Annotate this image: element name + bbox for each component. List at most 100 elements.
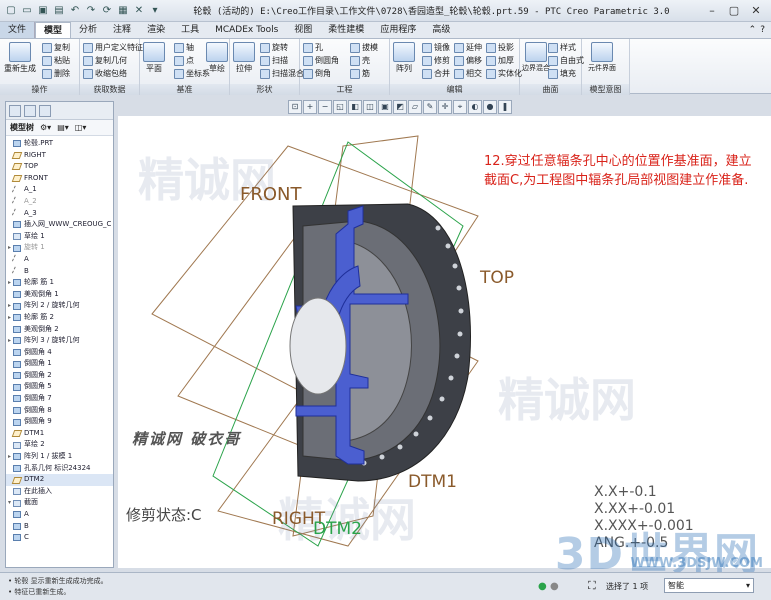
tree-item[interactable]: 倒圆角 8 bbox=[6, 405, 113, 417]
component-interface-button[interactable]: 元件界面 bbox=[588, 42, 616, 73]
annotation-display-icon[interactable]: ✎ bbox=[423, 100, 437, 114]
tree-settings-icon[interactable]: ⚙▾ bbox=[40, 123, 51, 132]
thicken-button[interactable]: 加厚 bbox=[486, 55, 514, 66]
tree-item[interactable]: 美观倒角 1 bbox=[6, 289, 113, 301]
draft-button[interactable]: 拔模 bbox=[350, 42, 378, 53]
paste-button[interactable]: 粘贴 bbox=[42, 55, 70, 66]
section-display-icon[interactable]: ◐ bbox=[468, 100, 482, 114]
udf-button[interactable]: 用户定义特征 bbox=[83, 42, 143, 53]
datum-display-icon[interactable]: ▱ bbox=[408, 100, 422, 114]
tree-item[interactable]: 倒圆角 2 bbox=[6, 370, 113, 382]
appearance-icon[interactable]: ● bbox=[483, 100, 497, 114]
help-icon[interactable]: ? bbox=[760, 25, 765, 35]
tree-expand-icon[interactable]: ▸ bbox=[6, 451, 13, 463]
tree-item[interactable]: ▸ 轮廓 筋 1 bbox=[6, 277, 113, 289]
extend-button[interactable]: 延伸 bbox=[454, 42, 482, 53]
tab-model[interactable]: 模型 bbox=[35, 22, 72, 38]
perspective-icon[interactable]: ◩ bbox=[393, 100, 407, 114]
sketch-button[interactable]: 草绘 bbox=[206, 42, 228, 74]
tree-item[interactable]: FRONT bbox=[6, 173, 113, 185]
tree-item[interactable]: TOP bbox=[6, 161, 113, 173]
tree-expand-icon[interactable]: ▾ bbox=[6, 497, 13, 509]
redo-icon[interactable]: ↷ bbox=[84, 4, 98, 18]
window-icon[interactable]: ▦ bbox=[116, 4, 130, 18]
round-button[interactable]: 倒圆角 bbox=[303, 55, 339, 66]
tree-expand-icon[interactable]: ▸ bbox=[6, 335, 13, 347]
tree-item[interactable]: 在此插入 bbox=[6, 486, 113, 498]
tab-render[interactable]: 渲染 bbox=[139, 22, 173, 38]
plane-button[interactable]: 平面 bbox=[143, 42, 165, 74]
saved-orientations-icon[interactable]: ◫ bbox=[363, 100, 377, 114]
model-tree-tab-icon[interactable] bbox=[9, 104, 21, 117]
project-button[interactable]: 投影 bbox=[486, 42, 514, 53]
undo-icon[interactable]: ↶ bbox=[68, 4, 82, 18]
selection-filter[interactable]: 智能 bbox=[664, 578, 754, 593]
shrinkwrap-button[interactable]: 收缩包络 bbox=[83, 68, 127, 79]
tab-mcadex[interactable]: MCADEx Tools bbox=[207, 22, 286, 38]
print-icon[interactable]: ▤ bbox=[52, 4, 66, 18]
tree-expand-icon[interactable]: ▸ bbox=[6, 277, 13, 289]
copy-button[interactable]: 复制 bbox=[42, 42, 70, 53]
collapse-ribbon-icon[interactable]: ⌃ bbox=[749, 25, 757, 35]
selection-icon[interactable]: ⛶ bbox=[588, 579, 596, 593]
tab-annotate[interactable]: 注释 bbox=[105, 22, 139, 38]
solidify-button[interactable]: 实体化 bbox=[486, 68, 522, 79]
tree-show-icon[interactable]: ◫▾ bbox=[75, 123, 87, 132]
pause-icon[interactable]: ❚ bbox=[498, 100, 512, 114]
tree-item[interactable]: ▸ 轮廓 筋 2 bbox=[6, 312, 113, 324]
graphics-area[interactable]: 精诚网 精诚网 精诚网 12.穿过任意辐条孔中心的位置作基准面，建立截面C,为工… bbox=[118, 116, 771, 568]
spoke-bore[interactable] bbox=[289, 297, 347, 395]
regen-status-icon[interactable]: ● bbox=[538, 581, 547, 592]
model-tree-title[interactable]: 模型树 bbox=[10, 122, 34, 133]
tree-item[interactable]: ▸ 旋转 1 bbox=[6, 242, 113, 254]
freestyle-button[interactable]: 自由式 bbox=[548, 55, 584, 66]
save-icon[interactable]: ▣ bbox=[36, 4, 50, 18]
tree-item[interactable]: 倒圆角 5 bbox=[6, 381, 113, 393]
tree-expand-icon[interactable]: ▸ bbox=[6, 300, 13, 312]
tree-item[interactable]: 美观倒角 2 bbox=[6, 324, 113, 336]
point-button[interactable]: 点 bbox=[174, 55, 194, 66]
mirror-button[interactable]: 镜像 bbox=[422, 42, 450, 53]
tree-item[interactable]: A_2 bbox=[6, 196, 113, 208]
tab-file[interactable]: 文件 bbox=[0, 22, 36, 38]
tree-item[interactable]: 倒圆角 1 bbox=[6, 358, 113, 370]
spin-center-icon[interactable]: ✛ bbox=[438, 100, 452, 114]
tree-item[interactable]: 倒圆角 4 bbox=[6, 347, 113, 359]
top-plane-label[interactable]: TOP bbox=[480, 268, 514, 288]
tree-item[interactable]: RIGHT bbox=[6, 150, 113, 162]
tree-item[interactable]: 插入网_WWW_CREOUG_C bbox=[6, 219, 113, 231]
front-plane-label[interactable]: FRONT bbox=[240, 184, 302, 205]
extrude-button[interactable]: 拉伸 bbox=[233, 42, 255, 74]
dtm1-plane-label[interactable]: DTM1 bbox=[408, 472, 457, 492]
rib-button[interactable]: 筋 bbox=[350, 68, 370, 79]
dtm2-plane-label[interactable]: DTM2 bbox=[313, 519, 362, 539]
tree-item[interactable]: DTM2 bbox=[6, 474, 113, 486]
zoom-out-icon[interactable]: − bbox=[318, 100, 332, 114]
open-icon[interactable]: ▭ bbox=[20, 4, 34, 18]
repaint-icon[interactable]: ◱ bbox=[333, 100, 347, 114]
tree-filter-icon[interactable]: ▤▾ bbox=[57, 123, 69, 132]
tree-item[interactable]: 草绘 2 bbox=[6, 439, 113, 451]
tree-item[interactable]: A_3 bbox=[6, 208, 113, 220]
tree-item[interactable]: ▸ 阵列 3 / 旋转几何 bbox=[6, 335, 113, 347]
maximize-icon[interactable]: ▢ bbox=[723, 3, 745, 19]
tree-item[interactable]: ▸ 阵列 1 / 拔模 1 bbox=[6, 451, 113, 463]
favorites-tab-icon[interactable] bbox=[39, 104, 51, 117]
tree-item[interactable]: A bbox=[6, 254, 113, 266]
view-manager-icon[interactable]: ▣ bbox=[378, 100, 392, 114]
axis-button[interactable]: 轴 bbox=[174, 42, 194, 53]
delete-button[interactable]: 删除 bbox=[42, 68, 70, 79]
style-button[interactable]: 样式 bbox=[548, 42, 576, 53]
sweep-button[interactable]: 扫描 bbox=[260, 55, 288, 66]
revolve-button[interactable]: 旋转 bbox=[260, 42, 288, 53]
csys-display-icon[interactable]: ⌖ bbox=[453, 100, 467, 114]
chamfer-button[interactable]: 倒角 bbox=[303, 68, 331, 79]
minimize-icon[interactable]: – bbox=[701, 3, 723, 19]
offset-button[interactable]: 偏移 bbox=[454, 55, 482, 66]
tree-item[interactable]: B bbox=[6, 266, 113, 278]
tree-item[interactable]: 倒圆角 9 bbox=[6, 416, 113, 428]
trim-button[interactable]: 修剪 bbox=[422, 55, 450, 66]
tree-item[interactable]: 孔系几何 标识24324 bbox=[6, 463, 113, 475]
tree-item[interactable]: A_1 bbox=[6, 184, 113, 196]
boundary-blend-button[interactable]: 边界混合 bbox=[522, 42, 550, 73]
